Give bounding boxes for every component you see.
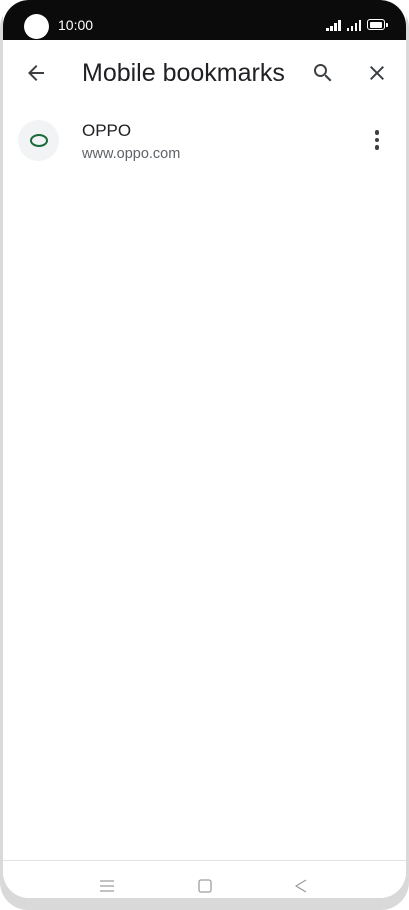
more-vert-icon	[374, 130, 380, 135]
device-frame: 10:00 Mobile bookmarks OPPO www.oppo.com	[0, 0, 409, 910]
home-square-icon	[198, 879, 212, 893]
menu-icon	[100, 880, 114, 892]
navigation-bar	[3, 860, 406, 898]
camera-cutout	[24, 14, 49, 39]
back-button[interactable]	[16, 53, 56, 93]
back-triangle-icon	[295, 879, 307, 893]
screen: 10:00 Mobile bookmarks OPPO www.oppo.com	[3, 0, 406, 898]
status-time: 10:00	[58, 17, 94, 33]
search-button[interactable]	[303, 53, 343, 93]
arrow-back-icon	[28, 65, 44, 81]
bookmark-url: www.oppo.com	[82, 146, 181, 162]
search-icon	[314, 64, 332, 82]
close-icon	[370, 66, 384, 80]
close-button[interactable]	[357, 53, 397, 93]
bookmark-item[interactable]: OPPO www.oppo.com	[3, 110, 406, 174]
nav-menu-button[interactable]	[92, 871, 122, 898]
oppo-favicon-icon	[29, 134, 48, 147]
nav-home-button[interactable]	[190, 871, 220, 898]
bookmark-title: OPPO	[82, 121, 132, 140]
nav-back-button[interactable]	[286, 871, 316, 898]
favicon	[18, 120, 59, 161]
signal-icon	[346, 19, 361, 31]
page-title: Mobile bookmarks	[82, 59, 285, 87]
more-options-button[interactable]	[357, 120, 397, 160]
battery-icon	[367, 19, 388, 30]
signal-icon	[326, 19, 341, 31]
status-bar: 10:00	[3, 0, 406, 40]
toolbar: Mobile bookmarks	[3, 40, 406, 104]
status-icons	[326, 17, 388, 31]
